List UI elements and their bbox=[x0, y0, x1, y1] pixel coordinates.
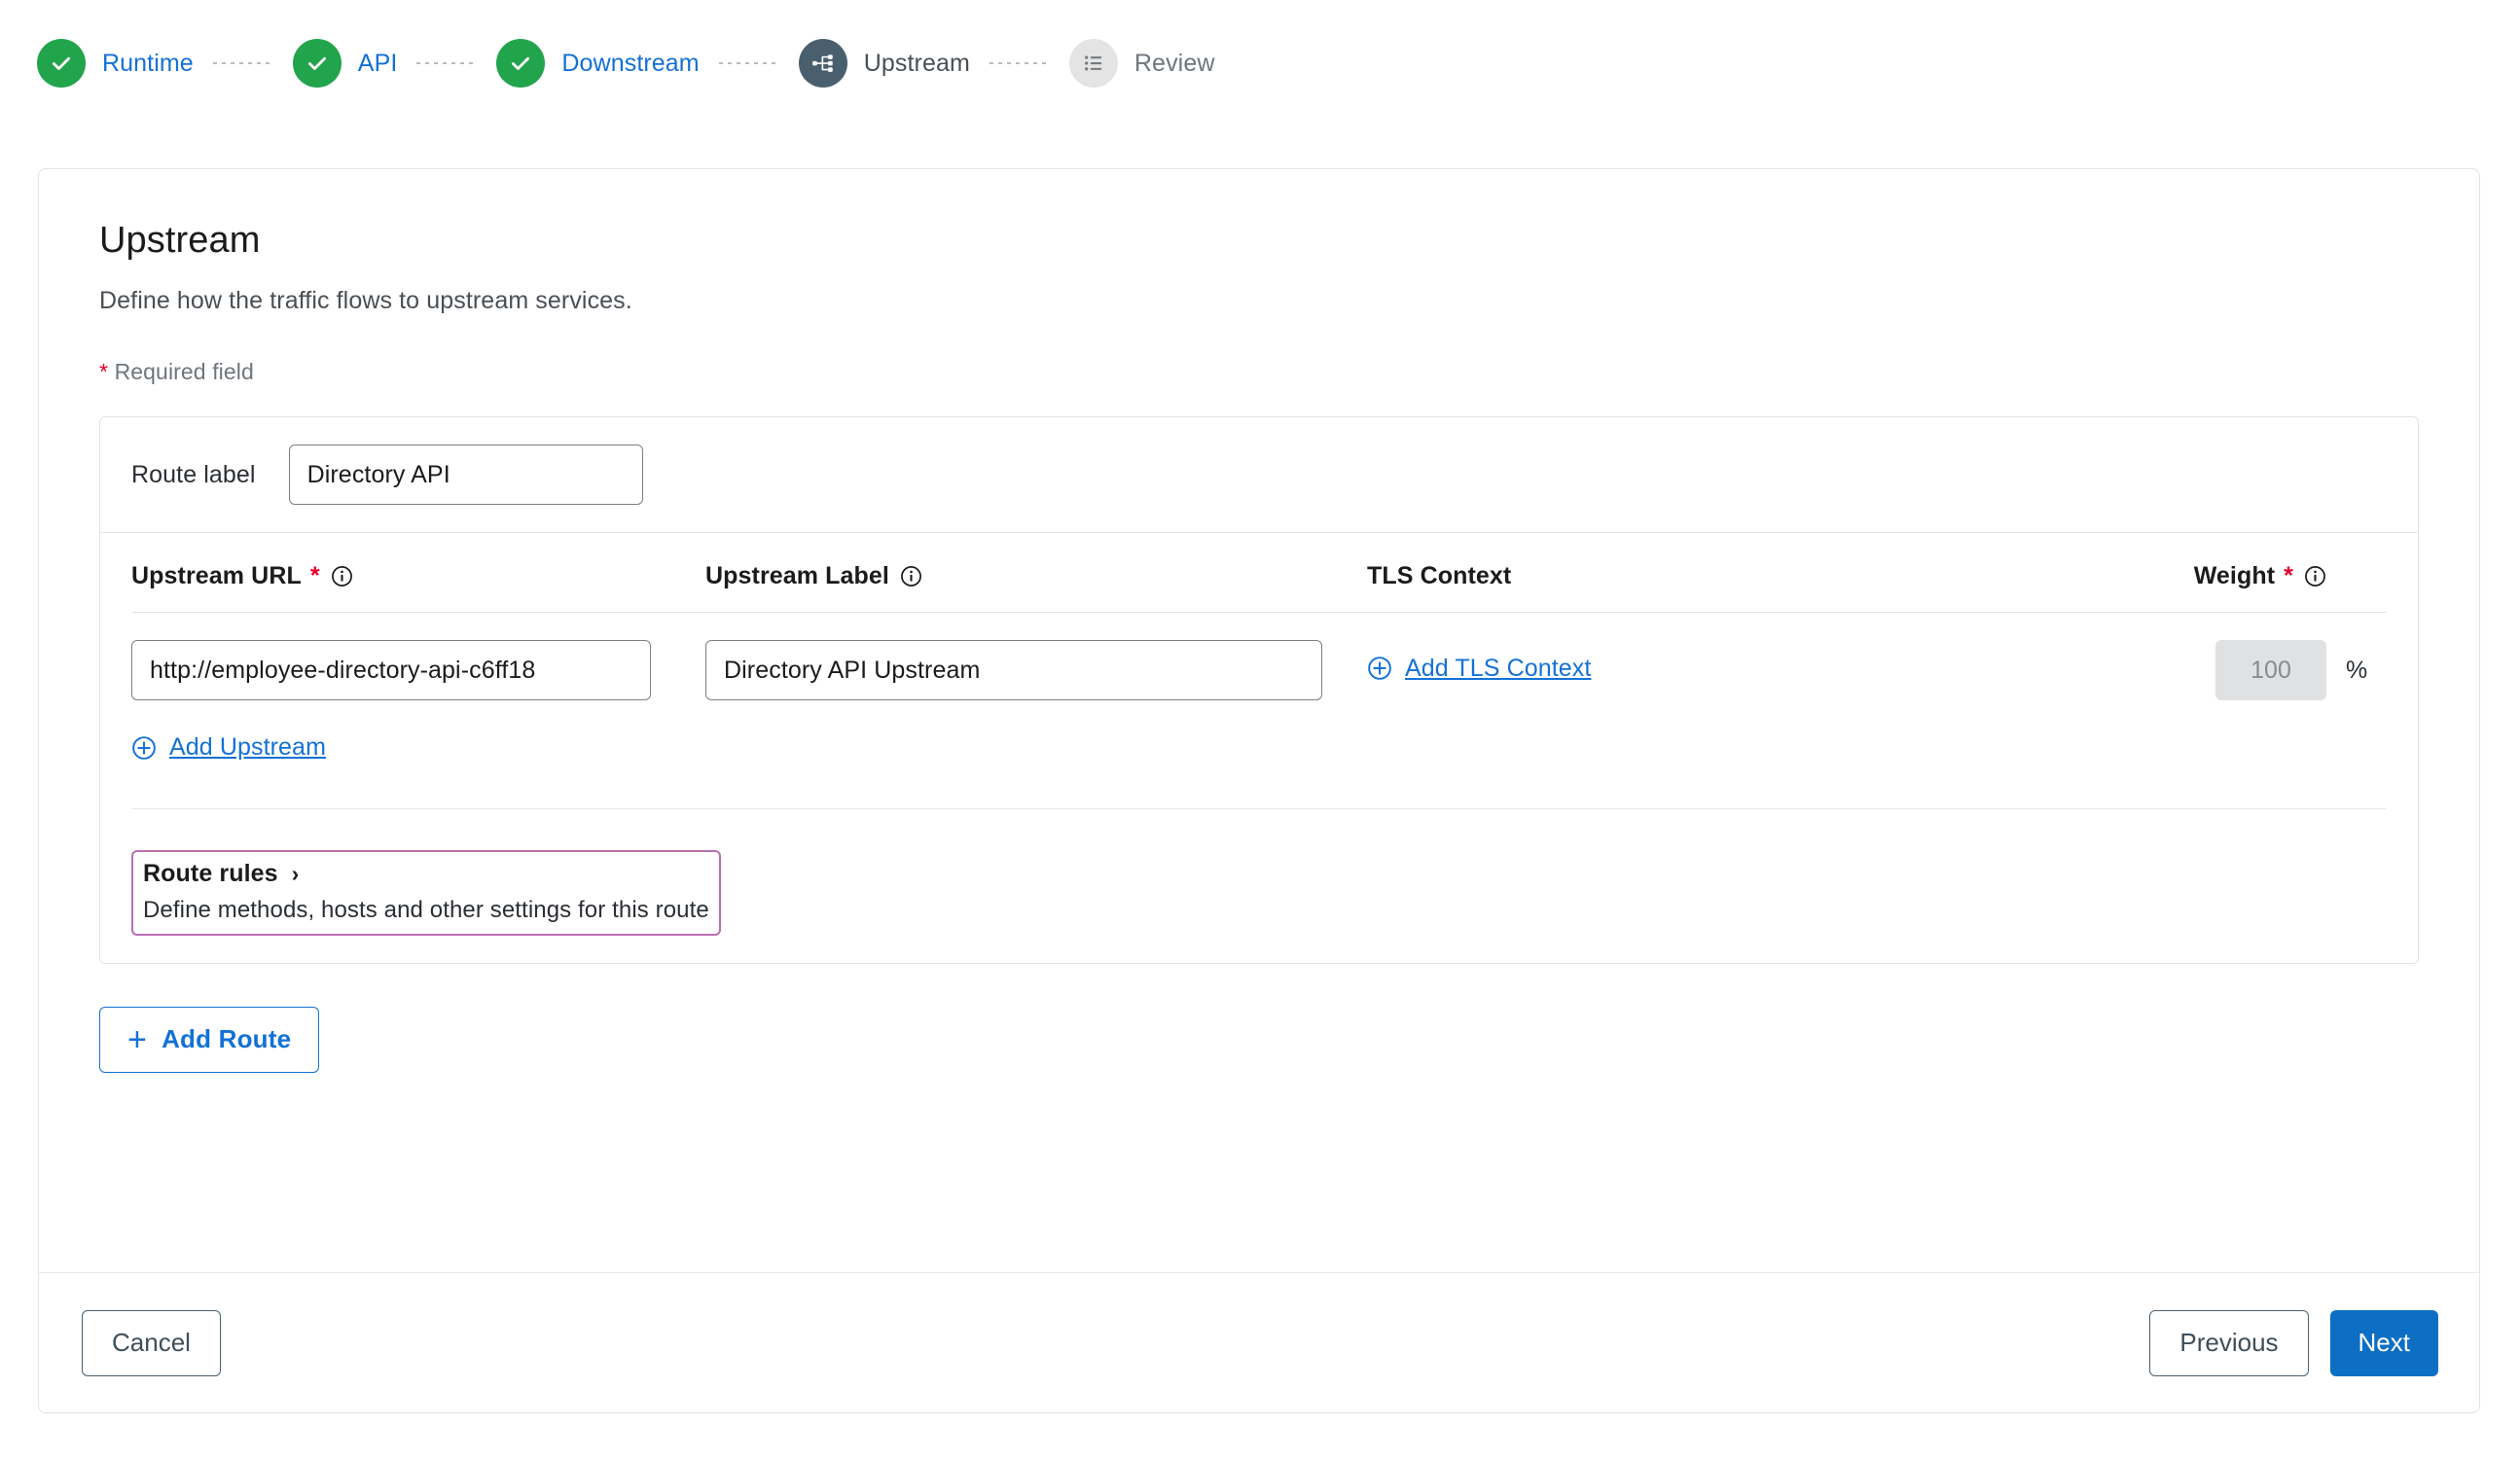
step-connector bbox=[989, 62, 1050, 64]
step-connector bbox=[416, 62, 478, 64]
header-tls-context: TLS Context bbox=[1367, 562, 2116, 590]
required-asterisk: * bbox=[99, 359, 109, 384]
step-api-label: API bbox=[357, 49, 398, 77]
plus-icon: + bbox=[127, 1020, 148, 1058]
required-note-label: Required field bbox=[114, 359, 254, 384]
step-review-circle bbox=[1068, 39, 1118, 88]
info-icon[interactable] bbox=[2304, 565, 2326, 587]
step-upstream[interactable]: Upstream bbox=[798, 39, 970, 88]
weight-cell: % bbox=[2116, 640, 2387, 700]
add-upstream-label: Add Upstream bbox=[169, 733, 326, 761]
upstream-wizard-page: Runtime API Downstream Upstream Review U… bbox=[0, 0, 2520, 1459]
info-icon[interactable] bbox=[900, 565, 922, 587]
upstream-section: Upstream URL * Upstream Label TLS Contex… bbox=[100, 533, 2418, 963]
add-tls-context-label: Add TLS Context bbox=[1405, 654, 1592, 682]
plus-circle-icon bbox=[132, 735, 156, 760]
wizard-footer: Cancel Previous Next bbox=[39, 1272, 2479, 1412]
check-icon bbox=[307, 56, 326, 70]
check-icon bbox=[512, 56, 530, 70]
next-button[interactable]: Next bbox=[2329, 1309, 2438, 1376]
required-asterisk: * bbox=[309, 562, 320, 589]
step-upstream-label: Upstream bbox=[863, 49, 970, 77]
step-downstream-circle bbox=[496, 39, 546, 88]
upstream-url-cell bbox=[131, 640, 705, 700]
required-field-note: * Required field bbox=[99, 359, 2419, 385]
route-label-input[interactable] bbox=[288, 445, 643, 505]
info-icon[interactable] bbox=[331, 565, 353, 587]
step-api[interactable]: API bbox=[292, 39, 398, 88]
upstream-label-cell bbox=[705, 640, 1367, 700]
step-review-label: Review bbox=[1134, 49, 1215, 77]
route-card: Route label Upstream URL * bbox=[99, 416, 2419, 964]
upstream-url-input[interactable] bbox=[131, 640, 651, 700]
header-upstream-url-label: Upstream URL bbox=[131, 562, 302, 589]
header-tls-context-label: TLS Context bbox=[1367, 562, 1512, 589]
add-upstream-row: Add Upstream bbox=[131, 733, 2387, 765]
card-body: Upstream Define how the traffic flows to… bbox=[39, 169, 2479, 1073]
required-asterisk: * bbox=[2284, 562, 2293, 589]
rules-divider bbox=[131, 807, 2387, 809]
step-api-circle bbox=[292, 39, 342, 88]
step-connector bbox=[212, 62, 273, 64]
route-rules-title-row: Route rules › bbox=[143, 860, 709, 888]
upstream-card: Upstream Define how the traffic flows to… bbox=[38, 168, 2480, 1413]
header-divider bbox=[131, 612, 2387, 613]
previous-button[interactable]: Previous bbox=[2149, 1309, 2309, 1376]
route-rules-panel[interactable]: Route rules › Define methods, hosts and … bbox=[131, 849, 721, 936]
plus-circle-icon bbox=[1368, 657, 1391, 681]
topology-icon bbox=[811, 54, 833, 72]
route-rules-title: Route rules bbox=[143, 859, 278, 887]
tls-context-cell: Add TLS Context bbox=[1367, 655, 2116, 687]
wizard-stepper: Runtime API Downstream Upstream Review bbox=[37, 39, 1214, 88]
add-upstream-link[interactable]: Add Upstream bbox=[131, 733, 326, 762]
step-connector bbox=[718, 62, 779, 64]
footer-right-actions: Previous Next bbox=[2149, 1309, 2438, 1376]
route-label-row: Route label bbox=[100, 417, 2418, 533]
step-runtime-circle bbox=[37, 39, 86, 88]
upstream-table-header: Upstream URL * Upstream Label TLS Contex… bbox=[131, 562, 2387, 590]
header-weight-label: Weight bbox=[2193, 562, 2276, 589]
chevron-right-icon: › bbox=[291, 860, 300, 886]
step-upstream-circle bbox=[798, 39, 847, 88]
header-upstream-url: Upstream URL * bbox=[131, 562, 705, 590]
step-review[interactable]: Review bbox=[1068, 39, 1215, 88]
weight-input[interactable] bbox=[2215, 640, 2326, 700]
step-downstream[interactable]: Downstream bbox=[496, 39, 700, 88]
add-route-label: Add Route bbox=[162, 1024, 292, 1053]
upstream-row: Add TLS Context % bbox=[131, 640, 2387, 700]
list-icon bbox=[1084, 55, 1102, 71]
weight-unit: % bbox=[2346, 656, 2368, 684]
header-upstream-label-text: Upstream Label bbox=[705, 562, 889, 589]
route-rules-description: Define methods, hosts and other settings… bbox=[143, 896, 709, 923]
upstream-label-input[interactable] bbox=[705, 640, 1322, 700]
step-runtime-label: Runtime bbox=[102, 49, 194, 77]
step-downstream-label: Downstream bbox=[561, 49, 700, 77]
page-description: Define how the traffic flows to upstream… bbox=[99, 287, 632, 314]
header-weight: Weight * bbox=[2116, 562, 2387, 590]
step-runtime[interactable]: Runtime bbox=[37, 39, 194, 88]
cancel-button[interactable]: Cancel bbox=[82, 1309, 221, 1376]
add-tls-context-link[interactable]: Add TLS Context bbox=[1367, 655, 1591, 683]
page-title: Upstream bbox=[99, 220, 261, 261]
check-icon bbox=[53, 56, 70, 70]
add-route-button[interactable]: + Add Route bbox=[99, 1006, 320, 1073]
route-label-text: Route label bbox=[131, 460, 256, 488]
header-upstream-label: Upstream Label bbox=[705, 562, 1367, 590]
